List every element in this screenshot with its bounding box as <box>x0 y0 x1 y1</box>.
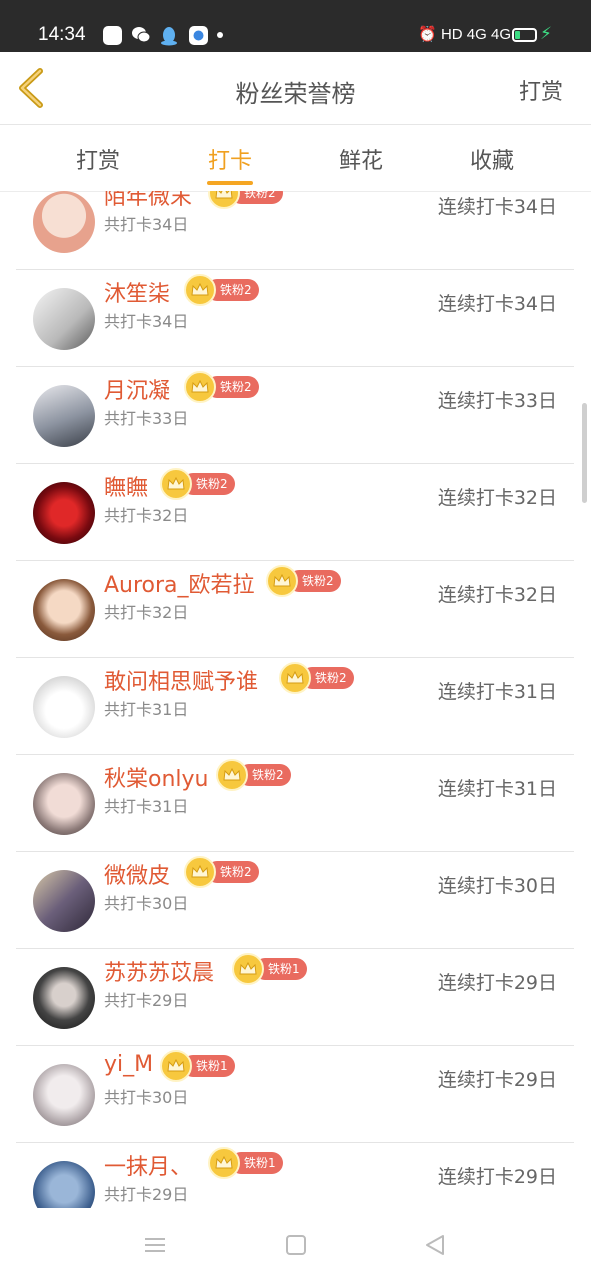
list-item[interactable]: Aurora_欧若拉 铁粉2 共打卡32日 连续打卡32日 <box>16 561 574 658</box>
total-checkin-days: 共打卡29日 <box>104 1185 189 1204</box>
fan-name[interactable]: 陌年微末 <box>104 191 192 211</box>
status-indicators: ⏰ HD 4G 4G <box>418 26 511 43</box>
total-checkin-days: 共打卡30日 <box>104 1088 189 1107</box>
notification-dot-icon <box>217 32 223 38</box>
crown-icon <box>160 468 192 500</box>
battery-icon <box>512 28 537 42</box>
fan-name[interactable]: Aurora_欧若拉 <box>104 567 255 599</box>
active-tab-indicator <box>207 181 253 185</box>
list-item[interactable]: 微微皮 铁粉2 共打卡30日 连续打卡30日 <box>16 852 574 949</box>
total-checkin-days: 共打卡34日 <box>104 312 189 331</box>
crown-icon <box>184 371 216 403</box>
fan-list[interactable]: 陌年微末 铁粉2 共打卡34日 连续打卡34日 沐笙柒 铁粉2 共打卡34日 连… <box>0 191 591 1208</box>
scrollbar[interactable] <box>582 403 587 503</box>
tab-bar: 打赏 打卡 鲜花 收藏 <box>0 125 591 192</box>
list-item[interactable]: 敢问相思赋予谁 铁粉2 共打卡31日 连续打卡31日 <box>16 658 574 755</box>
list-item[interactable]: 瞴瞴 铁粉2 共打卡32日 连续打卡32日 <box>16 464 574 561</box>
fan-name[interactable]: 苏苏苏苡晨 <box>104 955 214 987</box>
fan-name[interactable]: yi_M <box>104 1052 153 1077</box>
qq-notification-icon <box>160 26 179 46</box>
home-square-icon[interactable] <box>283 1232 309 1258</box>
streak-days: 连续打卡32日 <box>437 584 557 606</box>
crown-icon <box>266 565 298 597</box>
crown-icon <box>184 274 216 306</box>
total-checkin-days: 共打卡32日 <box>104 603 189 622</box>
list-item[interactable]: 沐笙柒 铁粉2 共打卡34日 连续打卡34日 <box>16 270 574 367</box>
page-title: 粉丝荣誉榜 <box>235 80 356 108</box>
avatar[interactable] <box>33 1161 95 1208</box>
streak-days: 连续打卡29日 <box>437 1166 557 1188</box>
crown-icon <box>208 191 240 209</box>
total-checkin-days: 共打卡31日 <box>104 700 189 719</box>
avatar[interactable] <box>33 482 95 544</box>
fan-name[interactable]: 沐笙柒 <box>104 276 170 308</box>
back-triangle-icon[interactable] <box>422 1232 448 1258</box>
tab-checkin[interactable]: 打卡 <box>190 143 270 175</box>
avatar[interactable] <box>33 385 95 447</box>
streak-days: 连续打卡32日 <box>437 487 557 509</box>
status-time: 14:34 <box>38 24 86 45</box>
list-item[interactable]: 一抹月、 铁粉1 共打卡29日 连续打卡29日 <box>16 1143 574 1208</box>
tab-flowers[interactable]: 鲜花 <box>321 143 401 175</box>
avatar[interactable] <box>33 676 95 738</box>
reward-button[interactable]: 打赏 <box>519 74 563 106</box>
crown-icon <box>184 856 216 888</box>
crown-icon <box>216 759 248 791</box>
crown-icon <box>279 662 311 694</box>
streak-days: 连续打卡31日 <box>437 778 557 800</box>
list-item[interactable]: yi_M 铁粉1 共打卡30日 连续打卡29日 <box>16 1046 574 1143</box>
status-bar: 14:34 ⏰ HD 4G 4G ⚡ <box>0 0 591 52</box>
fan-name[interactable]: 一抹月、 <box>104 1149 192 1181</box>
header-bar: 粉丝荣誉榜 打赏 <box>0 52 591 125</box>
list-item[interactable]: 秋棠onlyu 铁粉2 共打卡31日 连续打卡31日 <box>16 755 574 852</box>
fan-name[interactable]: 瞴瞴 <box>104 470 148 502</box>
total-checkin-days: 共打卡30日 <box>104 894 189 913</box>
streak-days: 连续打卡29日 <box>437 1069 557 1091</box>
avatar[interactable] <box>33 191 95 253</box>
wechat-notification-icon <box>131 26 151 45</box>
list-item[interactable]: 月沉凝 铁粉2 共打卡33日 连续打卡33日 <box>16 367 574 464</box>
tab-favorites[interactable]: 收藏 <box>452 143 532 175</box>
avatar[interactable] <box>33 288 95 350</box>
avatar[interactable] <box>33 967 95 1029</box>
charging-bolt-icon: ⚡ <box>540 24 552 44</box>
total-checkin-days: 共打卡31日 <box>104 797 189 816</box>
fan-name[interactable]: 月沉凝 <box>104 373 170 405</box>
fan-name[interactable]: 秋棠onlyu <box>104 761 208 793</box>
streak-days: 连续打卡34日 <box>437 293 557 315</box>
list-item[interactable]: 陌年微末 铁粉2 共打卡34日 连续打卡34日 <box>16 191 574 270</box>
streak-days: 连续打卡30日 <box>437 875 557 897</box>
browser-notification-icon <box>189 26 208 45</box>
total-checkin-days: 共打卡29日 <box>104 991 189 1010</box>
weibo-notification-icon <box>103 26 122 45</box>
list-item[interactable]: 苏苏苏苡晨 铁粉1 共打卡29日 连续打卡29日 <box>16 949 574 1046</box>
total-checkin-days: 共打卡34日 <box>104 215 189 234</box>
system-nav-bar <box>0 1208 591 1280</box>
streak-days: 连续打卡29日 <box>437 972 557 994</box>
menu-icon[interactable] <box>142 1232 168 1258</box>
streak-days: 连续打卡34日 <box>437 196 557 218</box>
streak-days: 连续打卡31日 <box>437 681 557 703</box>
streak-days: 连续打卡33日 <box>437 390 557 412</box>
crown-icon <box>208 1147 240 1179</box>
fan-name[interactable]: 微微皮 <box>104 858 170 890</box>
avatar[interactable] <box>33 1064 95 1126</box>
avatar[interactable] <box>33 579 95 641</box>
avatar[interactable] <box>33 870 95 932</box>
avatar[interactable] <box>33 773 95 835</box>
crown-icon <box>160 1050 192 1082</box>
total-checkin-days: 共打卡32日 <box>104 506 189 525</box>
total-checkin-days: 共打卡33日 <box>104 409 189 428</box>
crown-icon <box>232 953 264 985</box>
fan-name[interactable]: 敢问相思赋予谁 <box>104 664 258 696</box>
tab-reward[interactable]: 打赏 <box>58 143 138 175</box>
